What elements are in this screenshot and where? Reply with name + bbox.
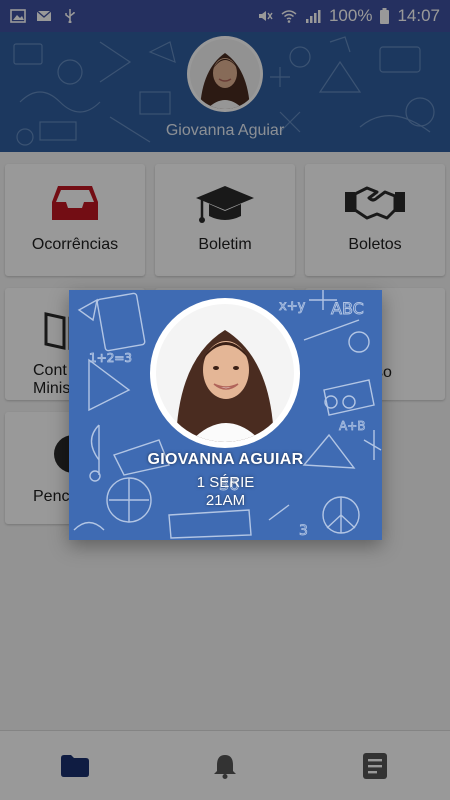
- app-screen: 100% 14:07 Giovanna Aguiar Ocorrências B…: [0, 0, 450, 800]
- svg-text:ABC: ABC: [331, 299, 364, 318]
- svg-text:3: 3: [299, 523, 308, 539]
- student-card-avatar: [150, 298, 300, 448]
- svg-text:A+B: A+B: [339, 419, 366, 433]
- student-photo: [156, 304, 294, 442]
- student-card-name: GIOVANNA AGUIAR: [147, 451, 304, 468]
- student-card-popup[interactable]: ABC x+y 1+2=3 36 3 A+B GIOVANNA AGUIAR 1…: [69, 290, 382, 540]
- svg-text:1+2=3: 1+2=3: [89, 351, 132, 365]
- student-card-grade: 1 SÉRIE: [196, 474, 255, 491]
- student-card-class: 21AM: [205, 492, 246, 509]
